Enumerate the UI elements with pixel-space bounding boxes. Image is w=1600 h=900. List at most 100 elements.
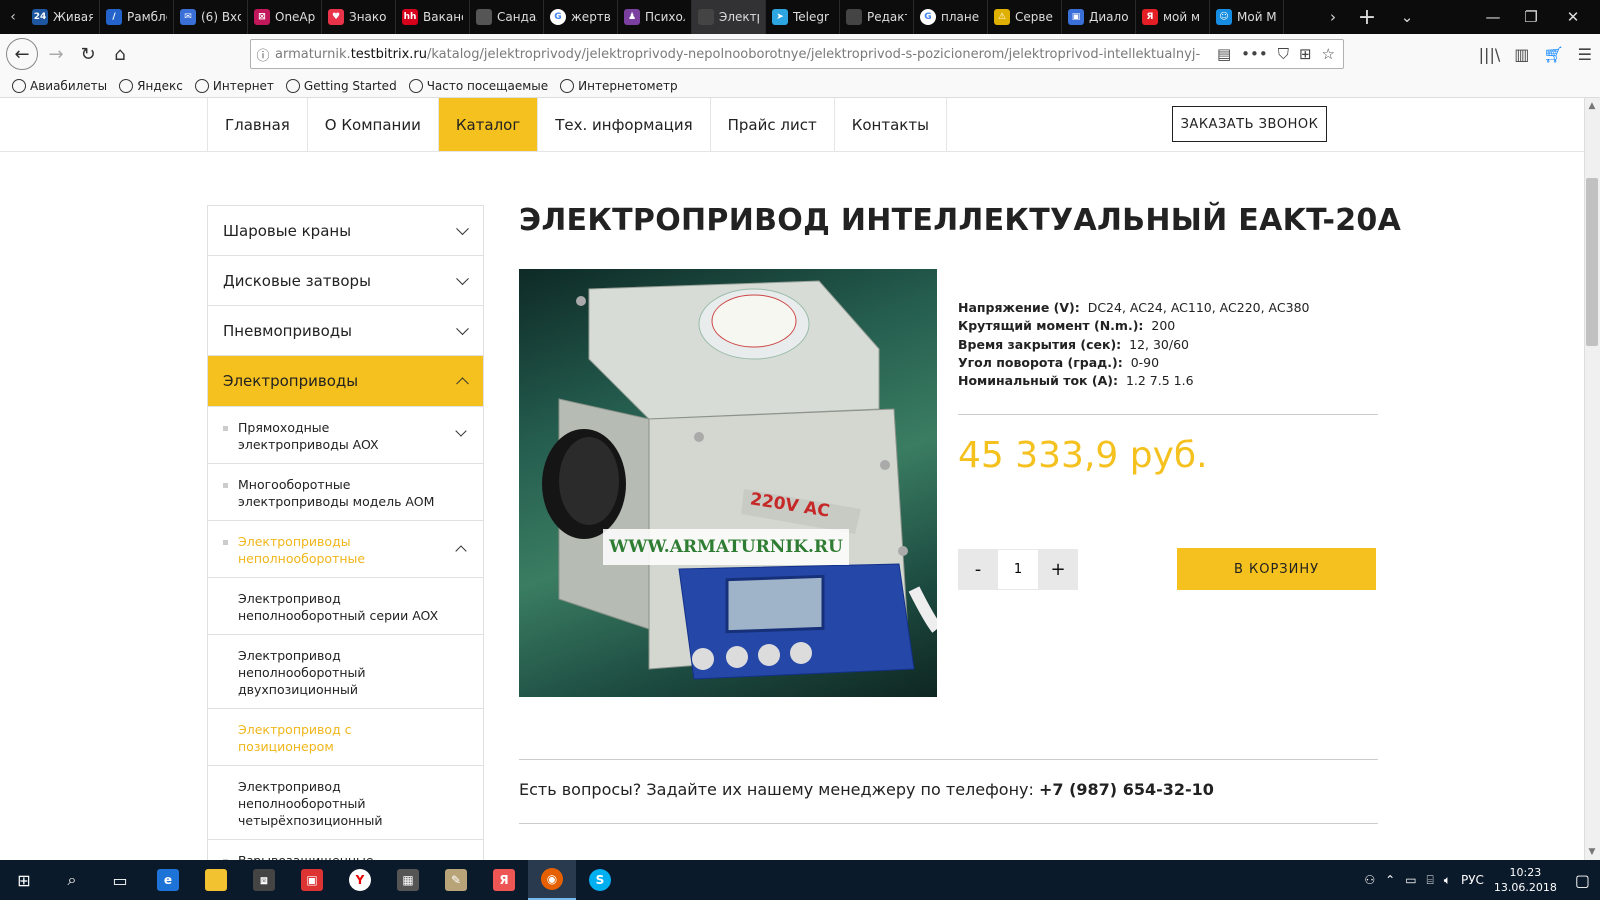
browser-tab[interactable]: ⚠ Серве	[988, 0, 1062, 34]
tab-list-chevron-icon[interactable]: ⌄	[1390, 0, 1424, 34]
network-icon[interactable]: ⌸	[1427, 873, 1434, 888]
browser-tab[interactable]: ✉ (6) Вход	[174, 0, 248, 34]
bookmark-item[interactable]: Часто посещаемые	[408, 78, 548, 93]
bookmark-item[interactable]: Интернетометр	[560, 78, 678, 93]
notes-icon[interactable]: ✎	[432, 860, 480, 900]
pocket-icon[interactable]: ⛉	[1278, 45, 1289, 63]
sidebar-subitem[interactable]: Многооборотные электроприводы модель AOM	[208, 464, 483, 521]
library-icon[interactable]: |||\	[1479, 45, 1501, 64]
language-indicator[interactable]: РУС	[1461, 873, 1484, 887]
close-window-icon[interactable]: ✕	[1556, 0, 1590, 34]
sidebar-toggle-icon[interactable]: ▥	[1514, 45, 1529, 64]
chevron-down-icon[interactable]	[456, 221, 469, 235]
minimize-icon[interactable]: —	[1476, 0, 1510, 34]
gift-icon[interactable]: ▣	[288, 860, 336, 900]
add-to-cart-button[interactable]: В КОРЗИНУ	[1177, 548, 1376, 590]
scroll-thumb[interactable]	[1586, 178, 1598, 346]
menu-icon[interactable]: ☰	[1578, 45, 1592, 64]
bookmark-item[interactable]: Авиабилеты	[12, 78, 107, 93]
sidebar-subsubitem[interactable]: Электропривод неполнооборотный четырёхпо…	[208, 766, 483, 840]
address-bar[interactable]: ⓘ armaturnik.testbitrix.ru/katalog/jelek…	[250, 39, 1344, 69]
sidebar-subsubitem[interactable]: Электропривод неполнооборотный двухпозиц…	[208, 635, 483, 709]
battery-icon[interactable]: ▭	[1405, 873, 1416, 887]
sidebar-item[interactable]: Дисковые затворы	[208, 256, 483, 306]
qty-plus-button[interactable]: +	[1038, 549, 1078, 590]
reload-button[interactable]: ↻	[74, 40, 102, 68]
tab-scroll-left-icon[interactable]: ‹	[0, 0, 26, 34]
yandex-icon[interactable]: Y	[336, 860, 384, 900]
page-scrollbar[interactable]: ▲ ▼	[1584, 98, 1600, 860]
url-text[interactable]: armaturnik.testbitrix.ru/katalog/jelektr…	[275, 47, 1217, 62]
menu-item[interactable]: Главная	[208, 98, 308, 151]
sidebar-subitem[interactable]: Прямоходные электроприводы AOX	[208, 407, 483, 464]
start-button[interactable]: ⊞	[0, 860, 48, 900]
browser-tab[interactable]: ☺ Мой М	[1210, 0, 1284, 34]
browser-tab[interactable]: Gплане	[914, 0, 988, 34]
scroll-up-icon[interactable]: ▲	[1587, 101, 1597, 111]
menu-item[interactable]: Каталог	[438, 98, 539, 151]
file-explorer-icon[interactable]	[192, 860, 240, 900]
back-button[interactable]: ←	[6, 38, 38, 70]
site-info-icon[interactable]: ⓘ	[251, 45, 275, 64]
reader-view-icon[interactable]: ▤	[1217, 45, 1231, 63]
browser-tab[interactable]: Gжертв	[544, 0, 618, 34]
browser-tab[interactable]: 24 Живая	[26, 0, 100, 34]
sidebar-item-active[interactable]: Электроприводы	[208, 356, 483, 407]
chevron-down-icon[interactable]	[455, 425, 467, 437]
browser-tab[interactable]: Ямой м	[1136, 0, 1210, 34]
search-icon[interactable]: ⌕	[48, 860, 96, 900]
browser-tab[interactable]: Сандалии	[470, 0, 544, 34]
clock[interactable]: 10:23 13.06.2018	[1494, 865, 1557, 895]
browser-tab[interactable]: ♥ Знако	[322, 0, 396, 34]
firefox-icon[interactable]: ◉	[528, 860, 576, 900]
bookmark-item[interactable]: Интернет	[194, 78, 274, 93]
task-view-icon[interactable]: ▭	[96, 860, 144, 900]
sidebar-item[interactable]: Шаровые краны	[208, 206, 483, 256]
tray-expand-icon[interactable]: ⌃	[1385, 873, 1395, 887]
skype-icon[interactable]: S	[576, 860, 624, 900]
menu-item[interactable]: Контакты	[835, 98, 947, 151]
menu-item[interactable]: Тех. информация	[538, 98, 711, 151]
browser-tab[interactable]: hh Ваканс	[396, 0, 470, 34]
browser-tab[interactable]: / Рамбле	[100, 0, 174, 34]
browser-tab[interactable]: ⊠ OneApp	[248, 0, 322, 34]
people-icon[interactable]: ⚇	[1364, 873, 1375, 887]
sidebar-subitem[interactable]: Электроприводы неполнооборотные	[208, 521, 483, 578]
chevron-down-icon[interactable]	[456, 321, 469, 335]
sidebar-subsubitem[interactable]: Электропривод с позиционером	[208, 709, 483, 766]
browser-tab[interactable]: ♟ Психол	[618, 0, 692, 34]
browser-tab[interactable]: ▣ Диало	[1062, 0, 1136, 34]
home-button[interactable]: ⌂	[106, 40, 134, 68]
volume-icon[interactable]: 🔈︎	[1444, 873, 1451, 888]
bookmark-item[interactable]: Getting Started	[285, 78, 397, 93]
browser-tab[interactable]: Редактиру	[840, 0, 914, 34]
bookmark-item[interactable]: Яндекс	[119, 78, 183, 93]
yandex-browser-icon[interactable]: Я	[480, 860, 528, 900]
browser-tab[interactable]: ➤ Telegr	[766, 0, 840, 34]
chevron-up-icon[interactable]	[456, 377, 469, 391]
edge-icon[interactable]: e	[144, 860, 192, 900]
restore-icon[interactable]: ❐	[1514, 0, 1548, 34]
new-tab-icon[interactable]: +	[1350, 0, 1384, 34]
tab-scroll-right-icon[interactable]: ›	[1316, 0, 1350, 34]
browser-tab[interactable]: Электроник	[692, 0, 766, 34]
menu-item[interactable]: О Компании	[308, 98, 439, 151]
forward-button[interactable]: →	[42, 40, 70, 68]
calculator-icon[interactable]: ▦	[384, 860, 432, 900]
menu-item[interactable]: Прайс лист	[711, 98, 835, 151]
store-icon[interactable]: ⧈	[240, 860, 288, 900]
bookmark-star-icon[interactable]: ☆	[1322, 45, 1335, 63]
chevron-down-icon[interactable]	[456, 271, 469, 285]
order-call-button[interactable]: ЗАКАЗАТЬ ЗВОНОК	[1172, 106, 1327, 142]
scroll-down-icon[interactable]: ▼	[1587, 847, 1597, 857]
sidebar-subsubitem[interactable]: Электропривод неполнооборотный серии AOX	[208, 578, 483, 635]
screenshot-icon[interactable]: ⊞	[1299, 45, 1312, 63]
page-actions-icon[interactable]: •••	[1241, 45, 1268, 63]
chevron-up-icon[interactable]	[455, 545, 467, 557]
sidebar-item[interactable]: Пневмоприводы	[208, 306, 483, 356]
notifications-icon[interactable]: ▢	[1575, 871, 1590, 890]
manager-phone[interactable]: +7 (987) 654-32-10	[1039, 780, 1214, 799]
sidebar-subitem[interactable]: Взрывозащищенные электроприводы	[208, 840, 483, 860]
qty-input[interactable]: 1	[998, 549, 1038, 590]
cart-extension-icon[interactable]: 🛒︎	[1543, 45, 1563, 64]
